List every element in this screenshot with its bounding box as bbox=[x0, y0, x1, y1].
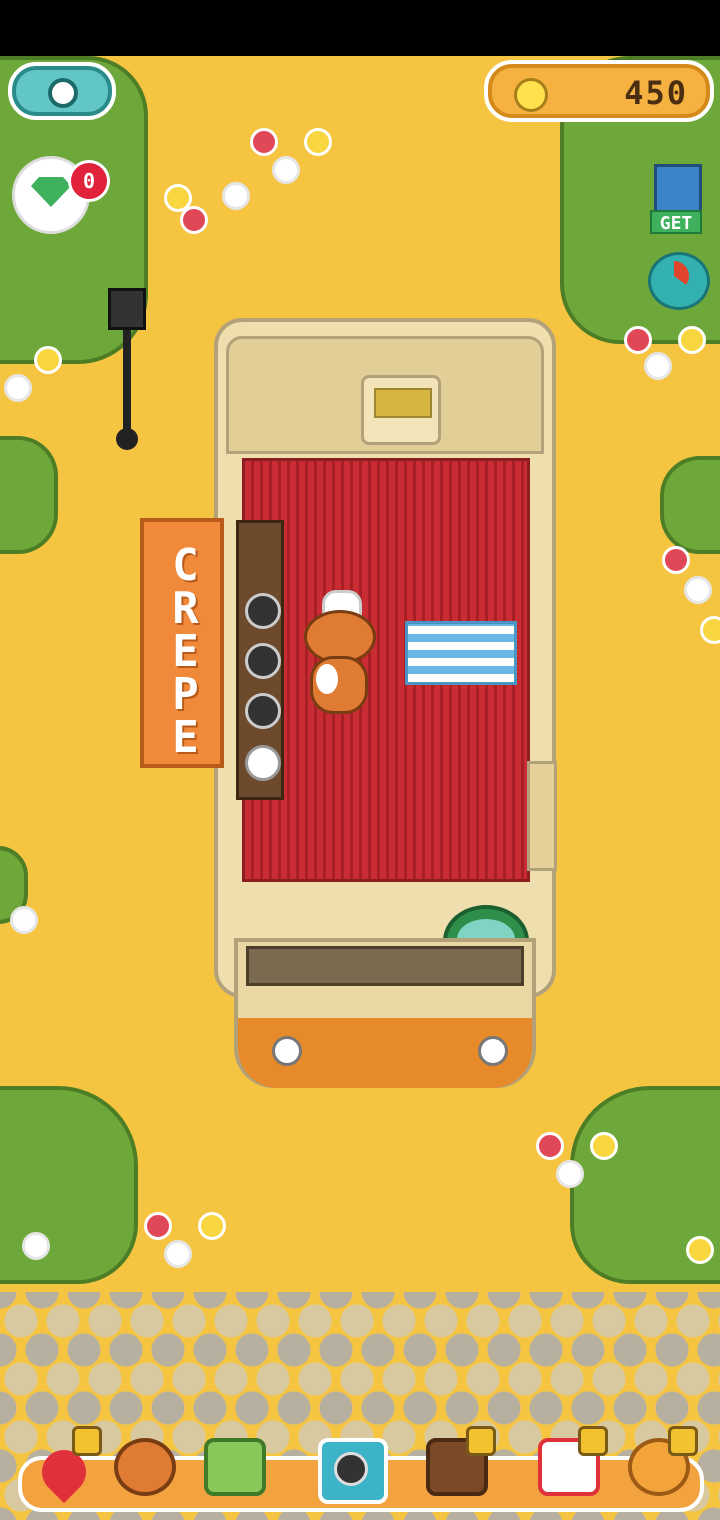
street-lamp-base bbox=[116, 428, 138, 450]
truck-roof bbox=[226, 336, 544, 454]
truck-floor bbox=[242, 458, 557, 977]
cash-register-button[interactable] bbox=[196, 1430, 274, 1504]
truck-shop-button[interactable] bbox=[530, 1426, 608, 1504]
grass-bush bbox=[0, 1086, 138, 1284]
flower bbox=[250, 128, 278, 156]
get-capsule-button[interactable]: GET bbox=[650, 164, 702, 234]
flower bbox=[590, 1132, 618, 1160]
towel[interactable] bbox=[405, 621, 517, 685]
notification-badge: 0 bbox=[68, 160, 110, 202]
coin-counter: 450 bbox=[484, 60, 714, 122]
capsule-machine-icon bbox=[654, 164, 702, 214]
lock-icon bbox=[578, 1426, 608, 1456]
get-label: GET bbox=[650, 210, 702, 234]
side-shelf[interactable] bbox=[527, 761, 557, 871]
flower bbox=[536, 1132, 564, 1160]
flower bbox=[10, 906, 38, 934]
street-lamp-pole bbox=[123, 330, 131, 440]
bag-button[interactable] bbox=[620, 1426, 698, 1504]
lock-icon bbox=[668, 1426, 698, 1456]
flower bbox=[624, 326, 652, 354]
crepe-burner[interactable] bbox=[245, 593, 281, 629]
grass-bush bbox=[660, 456, 720, 554]
game-scene[interactable]: CREPE bbox=[0, 56, 720, 1520]
sofa-button[interactable] bbox=[418, 1426, 496, 1504]
coin-icon bbox=[514, 78, 548, 112]
dog-belly bbox=[316, 664, 338, 694]
flower bbox=[180, 206, 208, 234]
flower bbox=[304, 128, 332, 156]
roof-vent-window bbox=[374, 388, 432, 418]
windshield bbox=[246, 946, 524, 986]
chef-shiba-dog[interactable] bbox=[296, 586, 380, 716]
sign-text: CREPE bbox=[160, 540, 211, 755]
flower bbox=[556, 1160, 584, 1188]
cash-register-icon bbox=[204, 1438, 266, 1496]
flower bbox=[678, 326, 706, 354]
shiba-face-icon bbox=[114, 1438, 176, 1496]
flower bbox=[686, 1236, 714, 1264]
camera-icon bbox=[334, 1452, 368, 1486]
flower bbox=[144, 1212, 172, 1240]
flower bbox=[662, 546, 690, 574]
crepe-counter[interactable] bbox=[236, 520, 284, 800]
headlight bbox=[272, 1036, 302, 1066]
street-lamp-head bbox=[108, 288, 146, 330]
coin-value: 450 bbox=[624, 74, 688, 112]
pie-chart-icon bbox=[659, 261, 689, 291]
stats-button[interactable] bbox=[648, 252, 710, 310]
map-pin-button[interactable] bbox=[24, 1426, 102, 1504]
headlight bbox=[478, 1036, 508, 1066]
flower bbox=[222, 182, 250, 210]
crepe-sign[interactable]: CREPE bbox=[140, 518, 224, 768]
lock-icon bbox=[466, 1426, 496, 1456]
settings-button[interactable] bbox=[8, 62, 116, 120]
roof-vent bbox=[361, 375, 441, 445]
flower bbox=[272, 156, 300, 184]
gem-icon bbox=[31, 177, 71, 207]
flower bbox=[164, 1240, 192, 1268]
crepe-burner[interactable] bbox=[245, 643, 281, 679]
flower bbox=[684, 576, 712, 604]
plate[interactable] bbox=[245, 745, 281, 781]
food-truck[interactable] bbox=[214, 318, 557, 1088]
flower bbox=[644, 352, 672, 380]
gear-icon bbox=[48, 78, 78, 108]
flower bbox=[22, 1232, 50, 1260]
flower bbox=[198, 1212, 226, 1240]
crepe-burner[interactable] bbox=[245, 693, 281, 729]
flower bbox=[700, 616, 720, 644]
camera-button[interactable] bbox=[310, 1430, 388, 1504]
lock-icon bbox=[72, 1426, 102, 1456]
grass-bush bbox=[0, 436, 58, 554]
truck-cab bbox=[234, 938, 536, 1088]
shiba-dog-button[interactable] bbox=[106, 1430, 184, 1504]
flower bbox=[34, 346, 62, 374]
flower bbox=[4, 374, 32, 402]
